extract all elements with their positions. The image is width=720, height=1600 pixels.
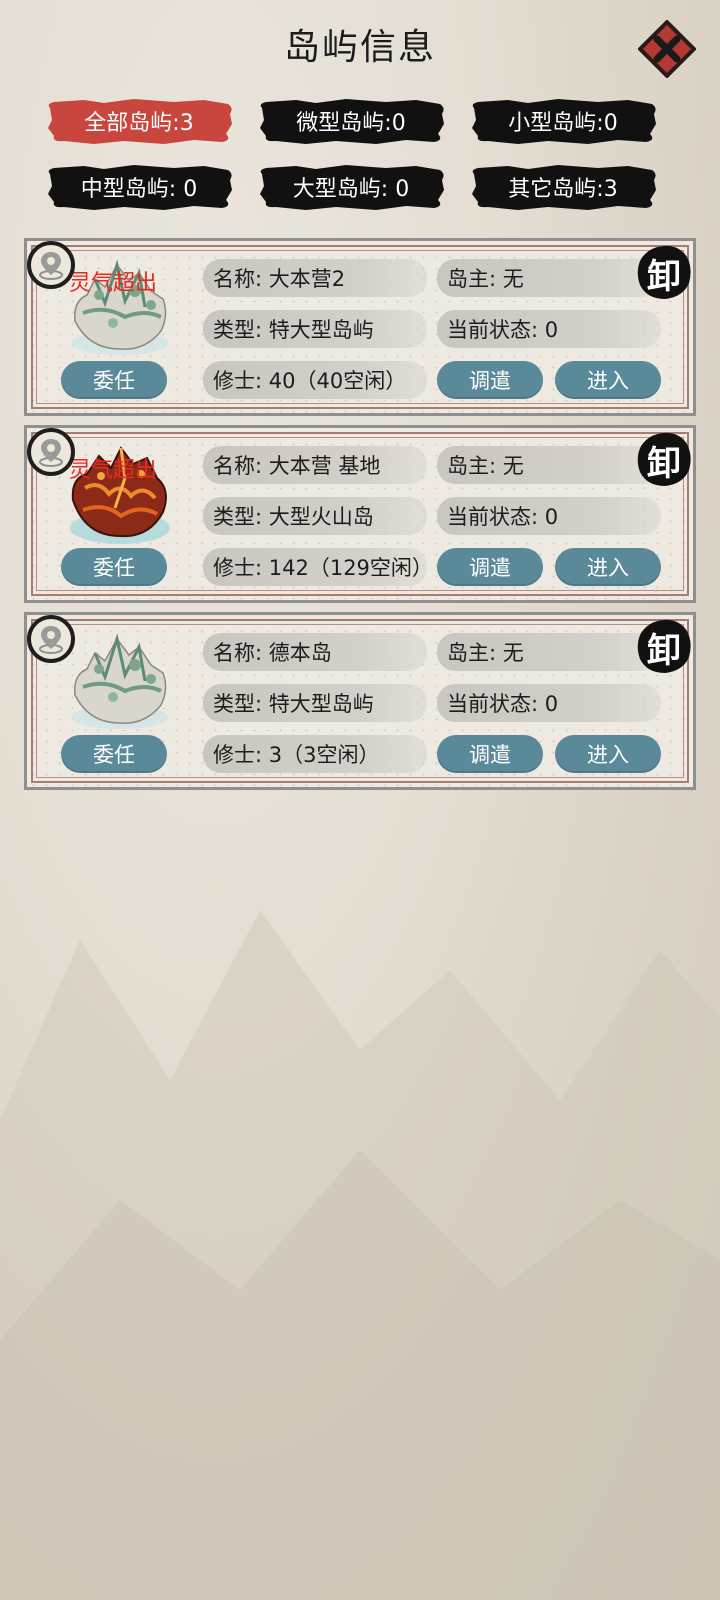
- close-icon: [637, 19, 697, 79]
- island-status-field: 当前状态: 0: [437, 497, 661, 535]
- seal-label: 卸: [647, 257, 681, 297]
- enter-button[interactable]: 进入: [555, 548, 661, 586]
- seal-label: 卸: [647, 444, 681, 484]
- filter-label: 大型岛屿: 0: [292, 177, 410, 202]
- filter-label: 小型岛屿:0: [508, 111, 618, 136]
- cultivators-field: 修士: 40（40空闲）: [203, 361, 427, 399]
- dispatch-button[interactable]: 调遣: [437, 548, 543, 586]
- filter-label: 全部岛屿:3: [84, 111, 194, 136]
- island-green-mountain-image: [72, 633, 168, 729]
- filter-label: 中型岛屿: 0: [80, 177, 198, 202]
- enter-button[interactable]: 进入: [555, 735, 661, 773]
- ink-mountain-background: [0, 910, 720, 1600]
- cultivators-field: 修士: 3（3空闲）: [203, 735, 427, 773]
- locate-button[interactable]: [27, 615, 75, 663]
- island-name-field: 名称: 大本营 基地: [203, 446, 427, 484]
- locate-button[interactable]: [27, 428, 75, 476]
- appoint-button[interactable]: 委任: [61, 361, 167, 399]
- appoint-button[interactable]: 委任: [61, 548, 167, 586]
- filter-other-islands[interactable]: 其它岛屿:3: [468, 160, 658, 214]
- cultivators-field: 修士: 142（129空闲）: [203, 548, 433, 586]
- filter-all-islands[interactable]: 全部岛屿:3: [44, 94, 234, 148]
- unload-seal-button[interactable]: 卸: [635, 617, 693, 675]
- island-status-field: 当前状态: 0: [437, 310, 661, 348]
- filter-small-islands[interactable]: 小型岛屿:0: [468, 94, 658, 148]
- location-pin-icon: [39, 626, 63, 654]
- island-type-field: 类型: 大型火山岛: [203, 497, 427, 535]
- close-button[interactable]: [637, 19, 697, 79]
- filter-micro-islands[interactable]: 微型岛屿:0: [256, 94, 446, 148]
- spirit-overflow-warning: 灵气超出: [69, 271, 158, 296]
- island-status-field: 当前状态: 0: [437, 684, 661, 722]
- enter-button[interactable]: 进入: [555, 361, 661, 399]
- island-owner-field: 岛主: 无: [437, 633, 661, 671]
- island-type-field: 类型: 特大型岛屿: [203, 310, 427, 348]
- dispatch-button[interactable]: 调遣: [437, 735, 543, 773]
- filter-large-islands[interactable]: 大型岛屿: 0: [256, 160, 446, 214]
- seal-label: 卸: [647, 631, 681, 671]
- unload-seal-button[interactable]: 卸: [635, 430, 693, 488]
- island-card: 灵气超出 委任 名称: 大本营2 岛主: 无 类型: 特大型岛屿 当前状态: 0…: [24, 238, 696, 416]
- location-pin-icon: [39, 439, 63, 467]
- island-card: 灵气超出 委任 名称: 大本营 基地 岛主: 无 类型: 大型火山岛 当前状态:…: [24, 425, 696, 603]
- island-name-field: 名称: 大本营2: [203, 259, 427, 297]
- locate-button[interactable]: [27, 241, 75, 289]
- unload-seal-button[interactable]: 卸: [635, 243, 693, 301]
- island-name-field: 名称: 德本岛: [203, 633, 427, 671]
- filter-medium-islands[interactable]: 中型岛屿: 0: [44, 160, 234, 214]
- dispatch-button[interactable]: 调遣: [437, 361, 543, 399]
- island-type-field: 类型: 特大型岛屿: [203, 684, 427, 722]
- filter-label: 微型岛屿:0: [296, 111, 406, 136]
- island-owner-field: 岛主: 无: [437, 259, 661, 297]
- appoint-button[interactable]: 委任: [61, 735, 167, 773]
- filter-label: 其它岛屿:3: [508, 177, 618, 202]
- location-pin-icon: [39, 252, 63, 280]
- island-owner-field: 岛主: 无: [437, 446, 661, 484]
- island-card: 委任 名称: 德本岛 岛主: 无 类型: 特大型岛屿 当前状态: 0 修士: 3…: [24, 612, 696, 790]
- spirit-overflow-warning: 灵气超出: [69, 458, 158, 483]
- page-title: 岛屿信息: [283, 27, 436, 68]
